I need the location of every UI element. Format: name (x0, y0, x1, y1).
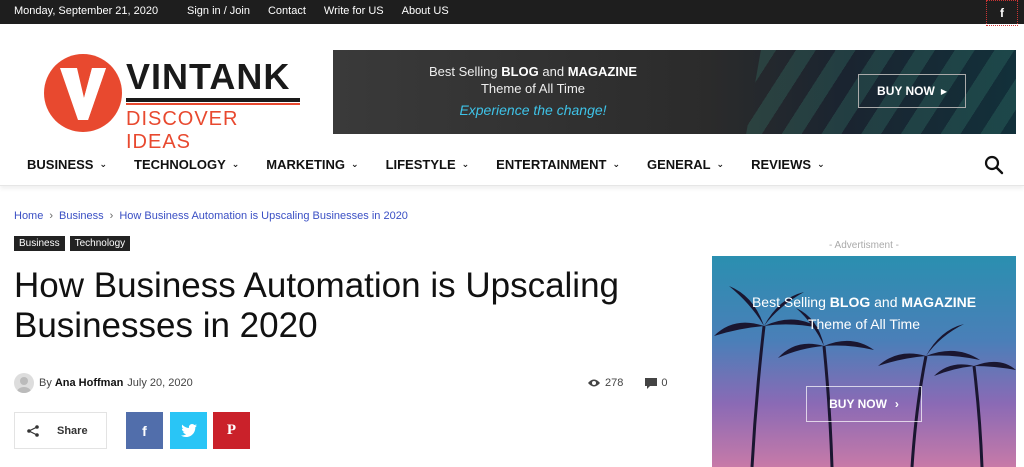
category-tags: Business Technology (14, 236, 131, 251)
contact-link[interactable]: Contact (268, 5, 306, 17)
nav-item-lifestyle[interactable]: LIFESTYLE ⌄ (386, 157, 470, 172)
ad-buy-now-button[interactable]: BUY NOW › (806, 386, 922, 422)
main-nav: BUSINESS ⌄ TECHNOLOGY ⌄ MARKETING ⌄ LIFESTY… (0, 146, 1024, 186)
nav-item-general[interactable]: GENERAL ⌄ (647, 157, 724, 172)
site-logo[interactable]: VINTANK DISCOVER IDEAS (44, 54, 304, 153)
share-icon (27, 424, 39, 437)
breadcrumb-separator: › (49, 210, 54, 222)
top-bar: Monday, September 21, 2020 Sign in / Joi… (0, 0, 1024, 26)
current-date: Monday, September 21, 2020 (14, 5, 159, 17)
share-label: Share (57, 424, 88, 437)
signin-link[interactable]: Sign in / Join (187, 5, 250, 17)
banner-buy-now-button[interactable]: BUY NOW ▶ (858, 74, 966, 108)
triangle-right-icon: ▶ (940, 86, 947, 96)
chevron-down-icon: ⌄ (612, 159, 620, 169)
category-tag-technology[interactable]: Technology (69, 236, 131, 251)
breadcrumb-home[interactable]: Home (14, 210, 43, 222)
publish-date: July 20, 2020 (127, 377, 193, 389)
article-title: How Business Automation is Upscaling Bus… (14, 266, 694, 346)
share-facebook-button[interactable]: f (126, 412, 163, 449)
logo-mark-icon (44, 54, 122, 132)
author-name[interactable]: Ana Hoffman (55, 377, 123, 389)
ad-line-2: Theme of All Time (807, 316, 921, 332)
views-count: 278 (605, 377, 624, 389)
title-line-1: How Business Automation is Upscaling (14, 266, 620, 305)
pinterest-icon: P (226, 422, 237, 438)
logo-rule (126, 98, 300, 102)
chevron-down-icon: ⌄ (231, 159, 240, 169)
share-pinterest-button[interactable]: P (213, 412, 250, 449)
sidebar-ad[interactable]: Best Selling BLOG and MAGAZINE Theme of … (712, 256, 1016, 467)
chevron-down-icon: ⌄ (99, 159, 108, 169)
comments-count[interactable]: 0 (661, 377, 667, 389)
category-tag-business[interactable]: Business (14, 236, 65, 251)
top-links: Sign in / Join Contact Write for US Abou… (187, 5, 467, 17)
facebook-glyph: f (1000, 6, 1004, 20)
facebook-icon[interactable]: f (986, 0, 1018, 26)
breadcrumb-current[interactable]: How Business Automation is Upscaling Bus… (119, 210, 408, 222)
search-icon[interactable] (984, 155, 1004, 175)
breadcrumb-business[interactable]: Business (59, 210, 104, 222)
logo-rule-accent (126, 103, 300, 105)
breadcrumb-separator: › (109, 210, 114, 222)
title-line-2: Businesses in 2020 (14, 306, 318, 345)
advertisement-label: - Advertisment - (828, 240, 900, 251)
twitter-icon (180, 424, 197, 437)
palm-trees-graphic (714, 286, 1016, 467)
chevron-right-icon: › (894, 397, 899, 411)
article-meta: By Ana Hoffman July 20, 2020 (14, 373, 193, 393)
by-label: By (39, 377, 52, 389)
header-banner-ad[interactable]: Best Selling BLOG and MAGAZINE Theme of … (333, 50, 1016, 134)
nav-item-entertainment[interactable]: ENTERTAINMENT ⌄ (496, 157, 620, 172)
share-twitter-button[interactable] (170, 412, 207, 449)
chevron-down-icon: ⌄ (461, 159, 470, 169)
banner-line-1: Best Selling BLOG and MAGAZINE (428, 64, 638, 79)
nav-item-reviews[interactable]: REVIEWS ⌄ (751, 157, 825, 172)
write-for-us-link[interactable]: Write for US (324, 5, 384, 17)
banner-line-3: Experience the change! (459, 102, 607, 118)
share-button[interactable]: Share (14, 412, 107, 449)
about-us-link[interactable]: About US (402, 5, 449, 17)
nav-item-business[interactable]: BUSINESS ⌄ (27, 157, 107, 172)
comment-icon[interactable] (645, 377, 658, 389)
ad-line-1: Best Selling BLOG and MAGAZINE (751, 294, 977, 310)
chevron-down-icon: ⌄ (351, 159, 359, 169)
nav-item-technology[interactable]: TECHNOLOGY ⌄ (134, 157, 239, 172)
chevron-down-icon: ⌄ (716, 159, 725, 169)
author-avatar[interactable] (14, 373, 34, 393)
chevron-down-icon: ⌄ (817, 159, 825, 169)
logo-wordmark: VINTANK (126, 56, 291, 97)
banner-line-2: Theme of All Time (480, 81, 586, 96)
article-stats: 278 0 (587, 377, 667, 389)
nav-item-marketing[interactable]: MARKETING ⌄ (266, 157, 358, 172)
breadcrumb: Home › Business › How Business Automation is… (14, 210, 408, 222)
eye-icon (587, 378, 601, 388)
facebook-icon: f (142, 422, 147, 439)
